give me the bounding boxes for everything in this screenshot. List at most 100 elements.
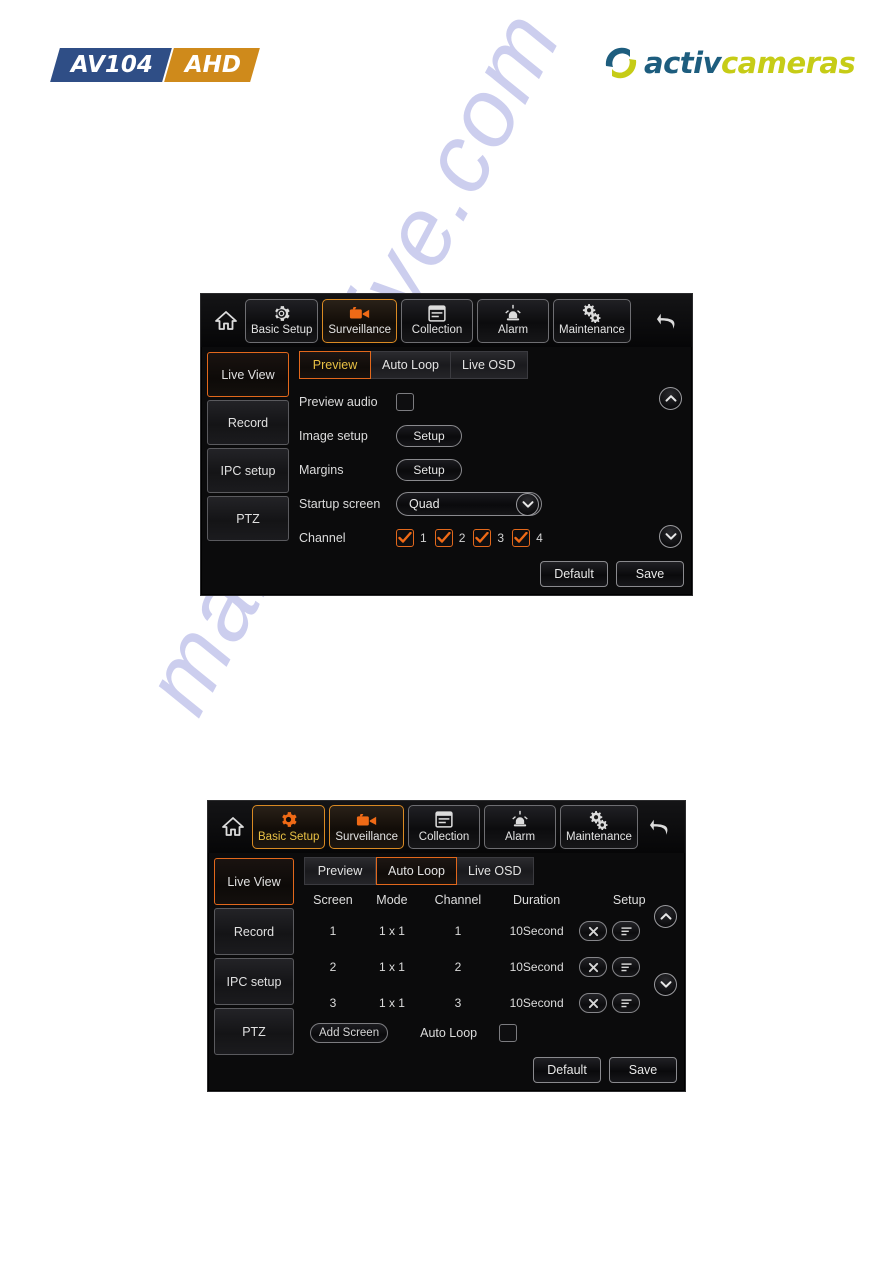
preview-settings-form: Preview audio Image setup Setup Margins … bbox=[299, 383, 686, 555]
cell-screen: 1 bbox=[329, 924, 337, 938]
image-setup-button[interactable]: Setup bbox=[396, 425, 462, 447]
nav-basic-setup-label: Basic Setup bbox=[251, 324, 313, 337]
cell-duration: 10Second bbox=[509, 996, 564, 1010]
channel-checkbox-group: 1 2 3 4 bbox=[396, 529, 551, 547]
channel-checkbox-4[interactable] bbox=[512, 529, 531, 547]
product-logo-tech-text: AHD bbox=[185, 51, 242, 78]
nav-collection[interactable]: Collection bbox=[401, 298, 474, 343]
nav-maintenance[interactable]: Maintenance bbox=[553, 298, 631, 343]
cell-mode: 1 x 1 bbox=[378, 924, 405, 938]
nav-collection[interactable]: Collection bbox=[408, 805, 481, 849]
row-startup-screen: Startup screen Quad bbox=[299, 487, 686, 521]
panel2-tabs: Preview Auto Loop Live OSD bbox=[304, 857, 679, 885]
scroll-down-button[interactable] bbox=[659, 525, 682, 548]
add-screen-button[interactable]: Add Screen bbox=[310, 1023, 389, 1043]
nav-surveillance[interactable]: Surveillance bbox=[322, 298, 398, 343]
list-lines-icon[interactable] bbox=[612, 993, 641, 1013]
cell-screen: 2 bbox=[329, 960, 337, 974]
siren-icon bbox=[503, 303, 523, 323]
nav-collection-label: Collection bbox=[411, 324, 463, 337]
sidebar-item-record[interactable]: Record bbox=[214, 908, 294, 955]
sidebar-item-live-view-label: Live View bbox=[227, 874, 281, 889]
default-button[interactable]: Default bbox=[533, 1057, 601, 1083]
scroll-up-button[interactable] bbox=[654, 905, 677, 928]
page-header: AV104 AHD activcameras bbox=[0, 0, 893, 120]
row-preview-audio: Preview audio bbox=[299, 385, 686, 419]
preview-audio-checkbox[interactable] bbox=[396, 393, 414, 411]
brand-wordmark: activcameras bbox=[644, 45, 856, 80]
sidebar-item-ptz[interactable]: PTZ bbox=[214, 1008, 294, 1055]
tab-live-osd[interactable]: Live OSD bbox=[451, 351, 528, 379]
save-button[interactable]: Save bbox=[609, 1057, 677, 1083]
brand-wordmark-cameras: cameras bbox=[720, 45, 856, 80]
dvr-screenshot-preview-tab: Basic Setup Surveillance Collection Alar… bbox=[200, 293, 693, 596]
panel1-footer-buttons: Default Save bbox=[532, 561, 684, 587]
sidebar-item-ipc-setup[interactable]: IPC setup bbox=[214, 958, 294, 1005]
tab-preview[interactable]: Preview bbox=[299, 351, 371, 379]
close-x-icon[interactable] bbox=[579, 921, 608, 941]
sidebar-item-ipc-setup-label: IPC setup bbox=[226, 974, 282, 989]
back-arrow-icon[interactable] bbox=[643, 810, 677, 844]
nav-maintenance[interactable]: Maintenance bbox=[560, 805, 638, 849]
auto-loop-checkbox[interactable] bbox=[499, 1024, 518, 1042]
nav-basic-setup[interactable]: Basic Setup bbox=[252, 805, 326, 849]
tab-live-osd-label: Live OSD bbox=[462, 358, 516, 372]
brand-wordmark-activ: activ bbox=[644, 45, 721, 80]
startup-screen-value: Quad bbox=[409, 497, 440, 511]
panel1-body: Live View Record IPC setup PTZ Preview A… bbox=[201, 347, 692, 595]
gear-icon bbox=[279, 810, 298, 830]
product-logo-model: AV104 bbox=[50, 48, 172, 82]
margins-setup-button[interactable]: Setup bbox=[396, 459, 462, 481]
channel-number-4: 4 bbox=[536, 531, 543, 545]
home-icon[interactable] bbox=[216, 810, 250, 844]
channel-checkbox-2[interactable] bbox=[434, 529, 453, 547]
scroll-up-button[interactable] bbox=[659, 387, 682, 410]
default-button[interactable]: Default bbox=[540, 561, 608, 587]
channel-number-1: 1 bbox=[420, 531, 427, 545]
sidebar-item-ptz-label: PTZ bbox=[242, 1024, 266, 1039]
home-icon[interactable] bbox=[209, 304, 243, 338]
tab-preview[interactable]: Preview bbox=[304, 857, 376, 885]
sidebar-item-ptz[interactable]: PTZ bbox=[207, 496, 289, 541]
close-x-icon[interactable] bbox=[579, 993, 608, 1013]
tab-auto-loop[interactable]: Auto Loop bbox=[376, 857, 457, 885]
panel1-toolbar: Basic Setup Surveillance Collection Alar… bbox=[201, 294, 692, 347]
list-lines-icon[interactable] bbox=[612, 921, 641, 941]
tab-auto-loop-label: Auto Loop bbox=[382, 358, 439, 372]
channel-number-3: 3 bbox=[497, 531, 505, 545]
sidebar-item-record-label: Record bbox=[227, 415, 269, 430]
panel1-sidebar: Live View Record IPC setup PTZ bbox=[207, 351, 289, 589]
nav-alarm[interactable]: Alarm bbox=[477, 298, 550, 343]
sidebar-item-ipc-setup[interactable]: IPC setup bbox=[207, 448, 289, 493]
chevron-down-icon[interactable] bbox=[516, 492, 539, 516]
startup-screen-label: Startup screen bbox=[299, 497, 381, 511]
tab-live-osd-label: Live OSD bbox=[468, 864, 522, 878]
brand-mark-icon bbox=[600, 42, 642, 84]
sidebar-item-live-view[interactable]: Live View bbox=[214, 858, 294, 905]
cell-mode: 1 x 1 bbox=[378, 960, 405, 974]
tab-preview-label: Preview bbox=[312, 358, 358, 372]
gears-icon bbox=[581, 303, 602, 324]
panel2-toolbar: Basic Setup Surveillance Collection Alar… bbox=[208, 801, 685, 853]
auto-loop-table: Screen Mode Channel Duration Setup 1 1 x… bbox=[304, 889, 679, 1021]
sidebar-item-live-view[interactable]: Live View bbox=[207, 352, 289, 397]
channel-number-2: 2 bbox=[458, 531, 466, 545]
nav-surveillance[interactable]: Surveillance bbox=[329, 805, 405, 849]
close-x-icon[interactable] bbox=[579, 957, 608, 977]
nav-basic-setup[interactable]: Basic Setup bbox=[245, 298, 319, 343]
channel-checkbox-1[interactable] bbox=[396, 529, 414, 547]
channel-checkbox-3[interactable] bbox=[473, 529, 492, 547]
tab-auto-loop[interactable]: Auto Loop bbox=[371, 351, 451, 379]
preview-audio-label: Preview audio bbox=[299, 395, 378, 409]
tab-live-osd[interactable]: Live OSD bbox=[457, 857, 534, 885]
startup-screen-select[interactable]: Quad bbox=[396, 492, 542, 516]
save-button[interactable]: Save bbox=[616, 561, 684, 587]
nav-alarm[interactable]: Alarm bbox=[484, 805, 557, 849]
back-arrow-icon[interactable] bbox=[650, 304, 684, 338]
scroll-down-button[interactable] bbox=[654, 973, 677, 996]
sidebar-item-record[interactable]: Record bbox=[207, 400, 289, 445]
nav-surveillance-label: Surveillance bbox=[335, 830, 399, 843]
sidebar-item-record-label: Record bbox=[233, 924, 275, 939]
tab-auto-loop-label: Auto Loop bbox=[388, 864, 445, 878]
list-lines-icon[interactable] bbox=[612, 957, 641, 977]
